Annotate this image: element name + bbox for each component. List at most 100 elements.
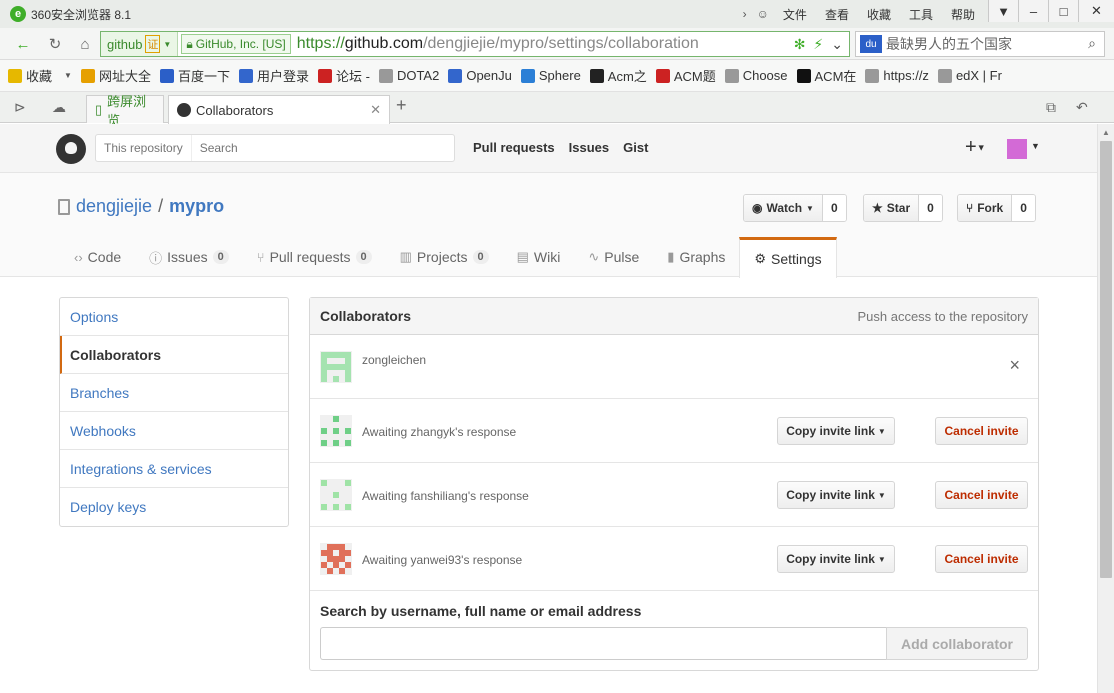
cancel-invite-button[interactable]: Cancel invite	[935, 481, 1028, 509]
sidebar-toggle-icon[interactable]: ⊳	[14, 99, 26, 116]
add-collaborator-button[interactable]: Add collaborator	[886, 627, 1028, 660]
menu-favorites[interactable]: 收藏	[858, 6, 900, 23]
cancel-invite-button[interactable]: Cancel invite	[935, 545, 1028, 573]
cancel-invite-button[interactable]: Cancel invite	[935, 417, 1028, 445]
fork-button[interactable]: ⑂ Fork	[958, 195, 1013, 221]
search-icon[interactable]: ⌕	[1088, 35, 1096, 52]
bookmark-item[interactable]: 用户登录	[238, 66, 309, 85]
repo-tab-code[interactable]: ‹› Code	[60, 237, 135, 277]
menu-file[interactable]: 文件	[774, 6, 816, 23]
settings-menu-options[interactable]: Options	[60, 298, 288, 336]
undo-close-icon[interactable]: ↶	[1076, 99, 1088, 116]
repo-tab-issues[interactable]: ⓘ Issues 0	[135, 237, 243, 277]
cloud-icon[interactable]: ☁	[52, 99, 66, 116]
watch-button[interactable]: ◉ Watch ▼	[744, 195, 823, 221]
star-button[interactable]: ★ Star	[864, 195, 920, 221]
settings-menu-webhooks[interactable]: Webhooks	[60, 412, 288, 450]
user-icon[interactable]: ☺	[752, 7, 774, 21]
identicon-avatar	[320, 351, 352, 383]
new-tab-button[interactable]: +	[396, 95, 407, 116]
bookmark-item[interactable]: 百度一下	[159, 66, 230, 85]
collaborator-search-input[interactable]	[320, 627, 886, 660]
chevron-right-icon[interactable]: ›	[738, 7, 752, 21]
bookmark-item[interactable]: Sphere	[520, 68, 581, 83]
add-collaborator-row: Add collaborator	[320, 627, 1028, 660]
bookmark-item[interactable]: https://z	[865, 68, 929, 83]
search-input[interactable]	[191, 141, 432, 155]
repo-tab-projects[interactable]: ▥ Projects 0	[386, 237, 503, 277]
search-scope-label: This repository	[96, 135, 192, 161]
menu-help[interactable]: 帮助	[942, 6, 984, 23]
copy-invite-link-button[interactable]: Copy invite link ▼	[777, 481, 895, 509]
chevron-down-icon[interactable]: ▼	[64, 71, 72, 80]
menu-view[interactable]: 查看	[816, 6, 858, 23]
tab-cross-screen[interactable]: ▯ 跨屏浏览	[86, 94, 164, 128]
page-scrollbar[interactable]: ▲	[1097, 124, 1114, 693]
bookmark-item[interactable]: ACM在	[796, 66, 856, 85]
repo-tab-pulse[interactable]: ∿ Pulse	[574, 237, 653, 277]
bookmark-item[interactable]: 网址大全	[80, 66, 151, 85]
settings-menu-branches[interactable]: Branches	[60, 374, 288, 412]
star-count[interactable]: 0	[919, 195, 942, 221]
close-tab-icon[interactable]: ✕	[370, 102, 381, 118]
bookmark-item[interactable]: Acm之	[589, 66, 647, 85]
dropdown-chevron-icon[interactable]: ⌄	[831, 36, 843, 53]
close-window-button[interactable]: ✕	[1078, 0, 1114, 22]
repo-tab-settings[interactable]: ⚙ Settings	[739, 237, 837, 278]
book-icon: ▤	[516, 249, 529, 264]
url-field[interactable]: github 证 ▼ 🔒︎ GitHub, Inc. [US] https://…	[100, 31, 850, 57]
bookmark-item[interactable]: 论坛 -	[317, 66, 370, 85]
repo-tab-pull-requests[interactable]: ⑂ Pull requests 0	[243, 237, 386, 277]
nav-pull-requests[interactable]: Pull requests	[473, 140, 555, 155]
url-text[interactable]: https://github.com/dengjiejie/mypro/sett…	[297, 35, 699, 53]
back-arrow-icon[interactable]: ←	[12, 34, 34, 54]
copy-invite-link-button[interactable]: Copy invite link ▼	[777, 417, 895, 445]
settings-menu-collaborators[interactable]: Collaborators	[60, 336, 288, 374]
bookmark-label: ACM题	[673, 69, 716, 84]
github-logo-icon[interactable]	[56, 134, 86, 164]
scroll-up-icon[interactable]: ▲	[1098, 124, 1114, 141]
nav-issues[interactable]: Issues	[569, 140, 609, 155]
user-avatar[interactable]	[1007, 139, 1027, 159]
settings-menu-integrations-services[interactable]: Integrations & services	[60, 450, 288, 488]
chevron-down-icon[interactable]: ▼	[1031, 141, 1040, 151]
repo-tab-graphs[interactable]: ▮ Graphs	[653, 237, 739, 277]
bookmark-label: https://z	[883, 68, 929, 83]
security-shield-icon[interactable]: ✻	[794, 36, 806, 53]
bookmark-item[interactable]: 收藏 ▼	[8, 66, 72, 85]
nav-gist[interactable]: Gist	[623, 140, 648, 155]
settings-menu-deploy-keys[interactable]: Deploy keys	[60, 488, 288, 526]
browser-logo-icon: e	[10, 6, 26, 22]
site-identity-chip[interactable]: github 证 ▼	[101, 32, 179, 56]
lightning-icon[interactable]: ⚡︎	[813, 36, 823, 53]
repo-name-link[interactable]: mypro	[169, 196, 224, 217]
baidu-engine-icon[interactable]: du	[860, 35, 882, 53]
refresh-icon[interactable]: ↻	[44, 34, 66, 54]
restore-tabs-icon[interactable]: ⧉	[1046, 99, 1056, 116]
scrollbar-thumb[interactable]	[1100, 141, 1112, 578]
minimize-button[interactable]: –	[1018, 0, 1048, 22]
repo-owner-link[interactable]: dengjiejie	[76, 196, 152, 217]
fork-count[interactable]: 0	[1012, 195, 1035, 221]
github-favicon-icon	[177, 103, 191, 117]
collaborator-name[interactable]: zongleichen	[362, 353, 426, 367]
bookmark-item[interactable]: edX | Fr	[937, 68, 1002, 83]
create-new-dropdown[interactable]: +▼	[965, 136, 986, 159]
menu-tools[interactable]: 工具	[900, 6, 942, 23]
repo-tab-wiki[interactable]: ▤ Wiki	[503, 237, 575, 277]
tab-collaborators[interactable]: Collaborators ✕	[168, 95, 390, 124]
bookmark-item[interactable]: Choose	[724, 68, 788, 83]
bookmark-item[interactable]: DOTA2	[378, 68, 439, 83]
bookmark-item[interactable]: OpenJu	[448, 68, 512, 83]
repo-tab-label: Settings	[771, 251, 822, 267]
ev-certificate-chip[interactable]: 🔒︎ GitHub, Inc. [US]	[181, 34, 291, 54]
maximize-button[interactable]: □	[1048, 0, 1078, 22]
repo-search[interactable]: This repository	[95, 134, 455, 162]
copy-invite-link-button[interactable]: Copy invite link ▼	[777, 545, 895, 573]
bookmark-item[interactable]: ACM题	[655, 66, 716, 85]
browser-search-field[interactable]: du 最缺男人的五个国家 ⌕	[855, 31, 1105, 57]
home-icon[interactable]: ⌂	[74, 34, 96, 54]
watch-count[interactable]: 0	[822, 195, 846, 221]
remove-collaborator-icon[interactable]: ×	[1009, 355, 1020, 376]
skin-icon[interactable]: ▼	[988, 0, 1018, 22]
